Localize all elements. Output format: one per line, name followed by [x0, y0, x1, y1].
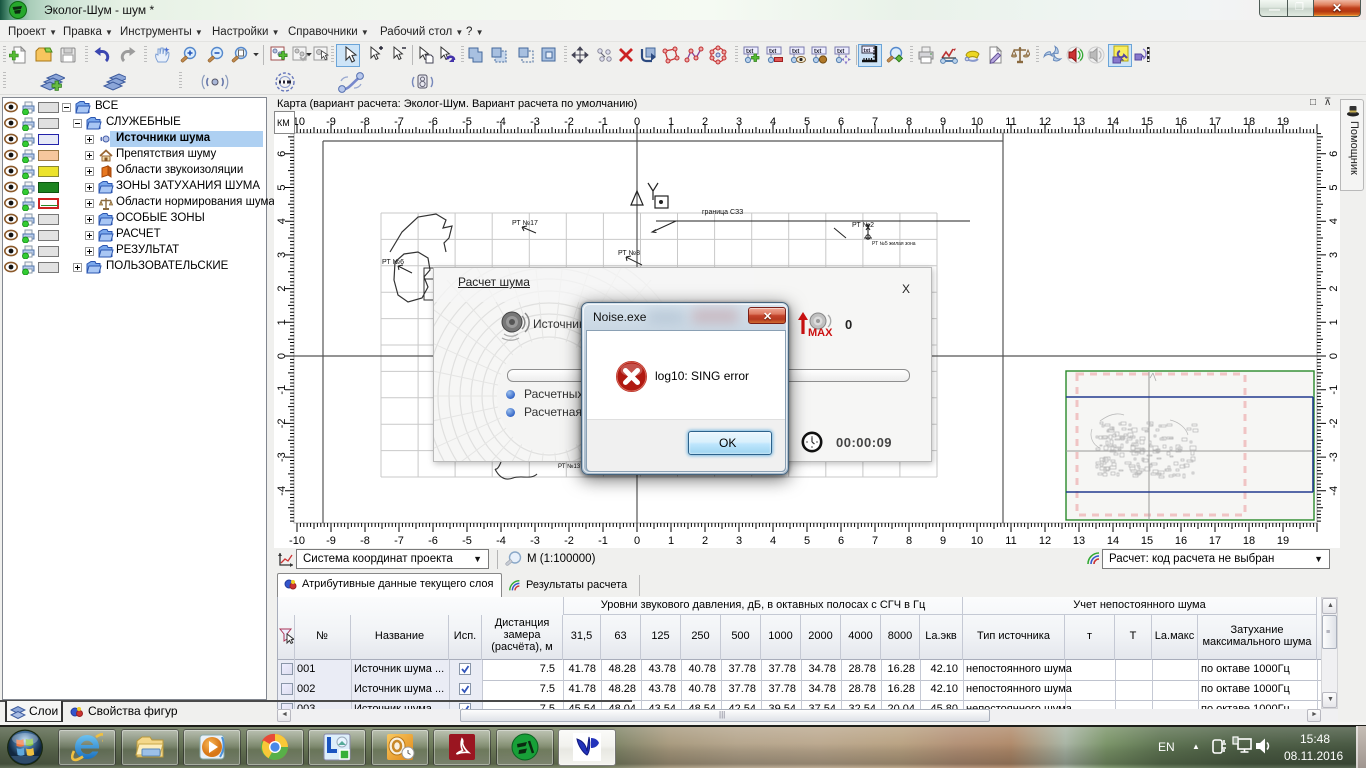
svg-text:-3: -3 [530, 535, 540, 547]
svg-text:11: 11 [1005, 535, 1016, 547]
svg-text:2: 2 [702, 535, 708, 547]
svg-text:РТ №8: РТ №8 [618, 250, 640, 257]
svg-text:17: 17 [1209, 116, 1221, 128]
svg-text:-9: -9 [326, 535, 336, 547]
svg-text:14: 14 [1107, 535, 1119, 547]
svg-text:-10: -10 [289, 535, 305, 547]
svg-text:-7: -7 [394, 535, 404, 547]
svg-text:РТ №17: РТ №17 [512, 220, 538, 227]
svg-text:-2: -2 [564, 535, 574, 547]
svg-text:txt: txt [746, 49, 753, 55]
svg-text:15: 15 [1141, 116, 1153, 128]
svg-text:txt: txt [814, 49, 821, 55]
svg-text:РТ №6: РТ №6 [382, 259, 404, 266]
svg-text:-9: -9 [326, 116, 336, 128]
svg-text:5: 5 [1328, 184, 1340, 190]
svg-text:-5: -5 [462, 116, 472, 128]
svg-text:-4: -4 [496, 535, 506, 547]
svg-text:1: 1 [668, 535, 674, 547]
svg-text:8: 8 [906, 116, 912, 128]
svg-text:3: 3 [1328, 252, 1340, 258]
svg-text:18: 18 [1243, 535, 1255, 547]
svg-text:0: 0 [634, 535, 640, 547]
svg-text:txt: txt [769, 49, 776, 55]
svg-text:5: 5 [276, 184, 288, 190]
svg-text:4: 4 [770, 116, 776, 128]
svg-text:-7: -7 [394, 116, 404, 128]
svg-text:19: 19 [1277, 116, 1289, 128]
svg-text:-2: -2 [1328, 419, 1340, 429]
svg-text:5: 5 [804, 535, 810, 547]
svg-text:0: 0 [276, 353, 288, 359]
svg-text:3: 3 [276, 252, 288, 258]
svg-text:-2: -2 [564, 116, 574, 128]
svg-text:9: 9 [940, 535, 946, 547]
svg-text:-8: -8 [360, 116, 370, 128]
svg-text:-4: -4 [276, 486, 288, 496]
svg-text:11: 11 [1005, 116, 1016, 128]
svg-text:7: 7 [872, 535, 878, 547]
svg-text:MAX: MAX [808, 327, 833, 338]
svg-text:4: 4 [770, 535, 776, 547]
svg-text:10: 10 [971, 535, 983, 547]
svg-text:18: 18 [1243, 116, 1255, 128]
svg-text:-4: -4 [1328, 486, 1340, 496]
svg-text:9: 9 [940, 116, 946, 128]
svg-text:txt: txt [864, 48, 871, 54]
svg-text:-6: -6 [428, 116, 438, 128]
svg-text:-1: -1 [598, 116, 608, 128]
svg-text:4: 4 [276, 218, 288, 224]
svg-text:-5: -5 [462, 535, 472, 547]
svg-text:0: 0 [634, 116, 640, 128]
svg-text:-6: -6 [428, 535, 438, 547]
svg-text:-3: -3 [276, 452, 288, 462]
svg-text:-2: -2 [276, 419, 288, 429]
svg-text:3: 3 [736, 116, 742, 128]
svg-text:6: 6 [838, 535, 844, 547]
svg-text:txt: txt [837, 49, 844, 55]
svg-text:5: 5 [804, 116, 810, 128]
svg-text:0: 0 [1328, 353, 1340, 359]
svg-text:РТ №5 жилая зона: РТ №5 жилая зона [872, 241, 916, 247]
svg-text:13: 13 [1073, 535, 1085, 547]
svg-text:12: 12 [1039, 535, 1051, 547]
svg-text:txt: txt [792, 49, 799, 55]
svg-text:14: 14 [1107, 116, 1119, 128]
svg-text:-3: -3 [1328, 452, 1340, 462]
svg-text:-8: -8 [360, 535, 370, 547]
svg-text:1: 1 [276, 319, 288, 325]
svg-text:-1: -1 [598, 535, 608, 547]
svg-text:КМ: КМ [277, 118, 290, 128]
svg-text:16: 16 [1175, 116, 1187, 128]
svg-text:13: 13 [1073, 116, 1085, 128]
svg-text:РТ №13: РТ №13 [558, 463, 581, 470]
svg-text:17: 17 [1209, 535, 1221, 547]
svg-text:12: 12 [1039, 116, 1051, 128]
svg-text:15: 15 [1141, 535, 1153, 547]
svg-text:2: 2 [276, 286, 288, 292]
svg-text:4: 4 [1328, 218, 1340, 224]
svg-text:1: 1 [668, 116, 674, 128]
svg-text:3: 3 [736, 535, 742, 547]
svg-text:-4: -4 [496, 116, 506, 128]
svg-text:2: 2 [1328, 286, 1340, 292]
svg-text:10: 10 [971, 116, 983, 128]
svg-text:8: 8 [906, 535, 912, 547]
svg-text:-1: -1 [276, 385, 288, 395]
svg-text:7: 7 [872, 116, 878, 128]
svg-text:2: 2 [702, 116, 708, 128]
svg-text:6: 6 [838, 116, 844, 128]
svg-text:граница СЗЗ: граница СЗЗ [702, 209, 743, 216]
svg-text:19: 19 [1277, 535, 1289, 547]
svg-text:6: 6 [276, 151, 288, 157]
svg-text:РТ №2: РТ №2 [852, 222, 874, 229]
svg-text:-1: -1 [1328, 385, 1340, 395]
svg-text:6: 6 [1328, 151, 1340, 157]
svg-text:16: 16 [1175, 535, 1187, 547]
svg-text:-3: -3 [530, 116, 540, 128]
svg-text:1: 1 [1328, 319, 1340, 325]
